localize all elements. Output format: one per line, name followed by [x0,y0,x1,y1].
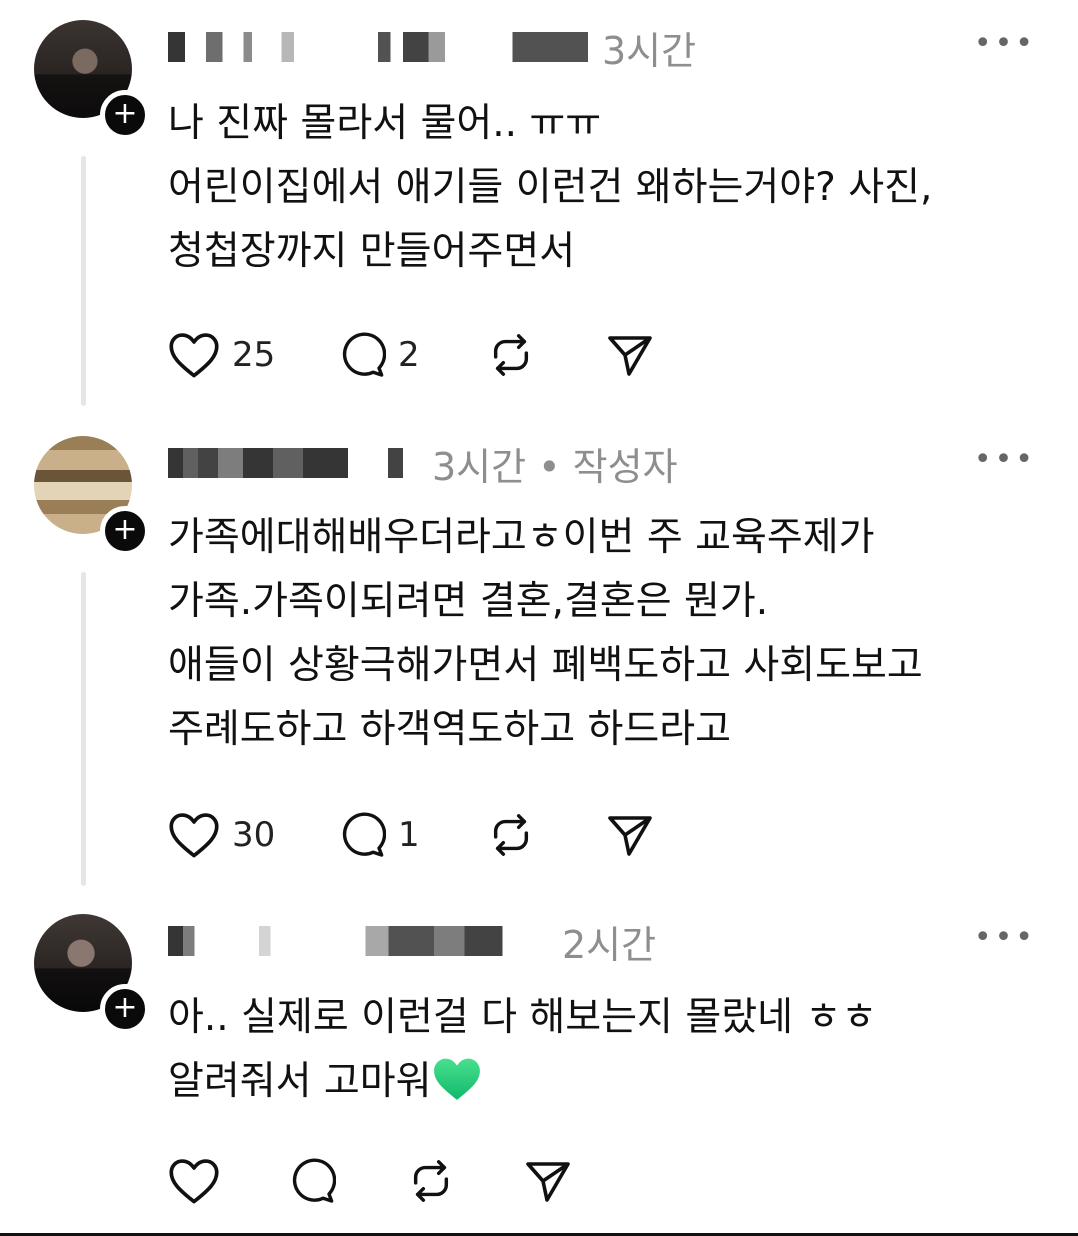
comment-icon [342,812,386,857]
repost-icon [413,1160,449,1202]
timestamp: 3시간 [602,28,697,73]
text-line: 가족.가족이되려면 결혼,결혼은 뭔가. [168,579,769,624]
post-header: 3시간 • 작성자 [168,434,678,492]
avatar-1[interactable]: + [34,20,150,140]
follow-plus-icon[interactable]: + [100,506,150,556]
like-button[interactable] [168,1157,288,1205]
reply-button[interactable]: 1 [338,811,488,859]
comment-icon [342,332,386,377]
share-button[interactable] [606,331,654,379]
reply-button[interactable] [288,1157,408,1205]
post-text: 아.. 실제로 이런걸 다 해보는지 몰랐네 ㅎㅎ 알려줘서 고마워 [168,986,877,1114]
text-line: 어린이집에서 애기들 이런건 왜하는거야? 사진, [168,165,933,210]
repost-button[interactable] [408,1158,524,1204]
text-line: 청첩장까지 만들어주면서 [168,229,576,274]
post-text: 가족에대해배우더라고ㅎ이번 주 교육주제가 가족.가족이되려면 결혼,결혼은 뭔… [168,506,923,762]
thread-line [81,572,86,886]
repost-button[interactable] [488,812,606,858]
text-line: 애들이 상황극해가면서 폐백도하고 사회도보고 [168,643,923,688]
comment-icon [292,1158,336,1203]
text-line: 아.. 실제로 이런걸 다 해보는지 몰랐네 ㅎㅎ [168,995,878,1040]
more-options-icon[interactable]: ••• [974,26,1036,61]
like-count: 25 [232,335,276,375]
username-redacted[interactable] [168,32,588,62]
action-bar: 25 2 [168,328,654,382]
avatar-3[interactable]: + [34,914,150,1034]
text-segment: 알려줘서 고마워 [168,1059,432,1104]
follow-plus-icon[interactable]: + [100,90,150,140]
share-button[interactable] [524,1157,572,1205]
reply-count: 1 [398,815,420,855]
reply-count: 2 [398,335,420,375]
like-button[interactable]: 25 [168,331,338,379]
action-bar [168,1154,572,1208]
repost-icon [493,334,529,376]
heart-icon [169,1159,219,1204]
text-line: 주례도하고 하객역도하고 하드라고 [168,707,731,752]
send-icon [526,1162,570,1202]
heart-icon [169,333,219,378]
reply-button[interactable]: 2 [338,331,488,379]
username-redacted[interactable] [168,926,548,956]
heart-icon [169,813,219,858]
send-icon [608,816,652,856]
more-options-icon[interactable]: ••• [974,920,1036,955]
timestamp-author: 3시간 • 작성자 [432,444,678,489]
like-button[interactable]: 30 [168,811,338,859]
send-icon [608,336,652,376]
thread-line [81,156,86,406]
repost-button[interactable] [488,332,606,378]
text-line: 가족에대해배우더라고ㅎ이번 주 교육주제가 [168,515,875,560]
more-options-icon[interactable]: ••• [974,442,1036,477]
timestamp: 2시간 [562,922,657,967]
action-bar: 30 1 [168,808,654,862]
share-button[interactable] [606,811,654,859]
post-header: 2시간 [168,912,656,970]
username-redacted[interactable] [168,448,418,478]
text-line: 알려줘서 고마워 [168,1050,877,1114]
text-line: 나 진짜 몰라서 물어.. ㅠㅠ [168,101,602,146]
like-count: 30 [232,815,276,855]
post-header: 3시간 [168,18,696,76]
follow-plus-icon[interactable]: + [100,984,150,1034]
post-text: 나 진짜 몰라서 물어.. ㅠㅠ 어린이집에서 애기들 이런건 왜하는거야? 사… [168,92,932,284]
repost-icon [493,814,529,856]
avatar-2[interactable]: + [34,436,150,556]
green-heart-emoji [433,1058,480,1100]
